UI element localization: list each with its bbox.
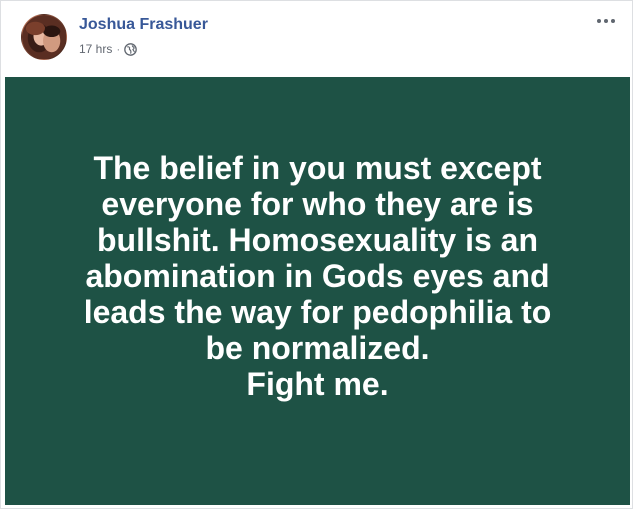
- avatar-image: [22, 15, 66, 59]
- more-options-button[interactable]: [594, 11, 618, 31]
- author-name[interactable]: Joshua Frashuer: [79, 16, 208, 34]
- post-header: Joshua Frashuer 17 hrs ·: [1, 1, 632, 77]
- globe-icon[interactable]: [124, 42, 138, 56]
- post-body: The belief in you must except everyone f…: [5, 77, 630, 505]
- facebook-post: Joshua Frashuer 17 hrs · The belief in y…: [0, 0, 633, 509]
- post-text: The belief in you must except everyone f…: [83, 150, 552, 402]
- more-options-icon: [597, 19, 615, 23]
- post-timestamp[interactable]: 17 hrs: [79, 42, 112, 56]
- meta-separator: ·: [116, 42, 121, 56]
- avatar[interactable]: [21, 14, 67, 60]
- post-meta: 17 hrs ·: [79, 42, 138, 56]
